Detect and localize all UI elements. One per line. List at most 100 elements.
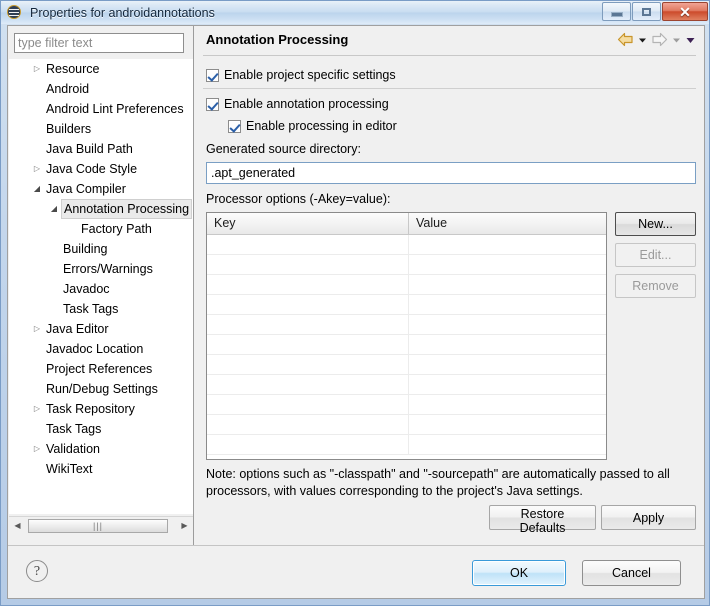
restore-defaults-button[interactable]: Restore Defaults: [489, 505, 596, 530]
scrollbar-track[interactable]: |||: [26, 518, 176, 534]
tree-item-label: Project References: [44, 359, 154, 379]
table-cell-key: [207, 335, 409, 354]
tree-item-errors-warnings[interactable]: Errors/Warnings: [9, 259, 193, 279]
table-header-row: Key Value: [207, 213, 606, 235]
tree-item-label: Builders: [44, 119, 93, 139]
tree-item-task-tags[interactable]: Task Tags: [9, 419, 193, 439]
chevron-right-icon[interactable]: ▷: [31, 59, 43, 79]
table-row[interactable]: [207, 355, 606, 375]
chevron-right-icon[interactable]: ▷: [31, 159, 43, 179]
properties-dialog-window: Properties for androidannotations ✕ ▷Res…: [0, 0, 710, 606]
scrollbar-thumb[interactable]: |||: [28, 519, 168, 533]
tree-item-label: Task Tags: [44, 419, 103, 439]
tree-item-task-tags[interactable]: Task Tags: [9, 299, 193, 319]
checkbox-icon: [228, 120, 241, 133]
tree-item-java-editor[interactable]: ▷Java Editor: [9, 319, 193, 339]
tree-item-resource[interactable]: ▷Resource: [9, 59, 193, 79]
tree-item-label: Annotation Processing: [61, 199, 192, 219]
back-arrow-icon[interactable]: [617, 32, 634, 47]
table-body: [207, 235, 606, 455]
tree-item-java-compiler[interactable]: ◢Java Compiler: [9, 179, 193, 199]
chevron-right-icon[interactable]: ▷: [31, 319, 43, 339]
table-row[interactable]: [207, 315, 606, 335]
table-row[interactable]: [207, 275, 606, 295]
processor-options-table[interactable]: Key Value: [206, 212, 607, 460]
enable-annotation-processing-checkbox[interactable]: Enable annotation processing: [206, 97, 389, 111]
maximize-restore-button[interactable]: [632, 2, 661, 21]
checkbox-icon: [206, 98, 219, 111]
back-menu-chevron-down-icon[interactable]: [637, 33, 648, 47]
tree-item-project-references[interactable]: Project References: [9, 359, 193, 379]
table-row[interactable]: [207, 435, 606, 455]
scroll-right-icon[interactable]: ▶: [176, 518, 193, 534]
table-cell-key: [207, 355, 409, 374]
tree-item-factory-path[interactable]: Factory Path: [9, 219, 193, 239]
filter-input[interactable]: [14, 33, 184, 53]
tree-item-label: Javadoc: [61, 279, 112, 299]
tree-item-label: Building: [61, 239, 109, 259]
tree-item-label: Java Compiler: [44, 179, 128, 199]
page-navigation-toolbar: [617, 32, 696, 47]
remove-button: Remove: [615, 274, 696, 298]
tree-item-java-code-style[interactable]: ▷Java Code Style: [9, 159, 193, 179]
table-cell-key: [207, 415, 409, 434]
table-cell-key: [207, 435, 409, 454]
column-header-key[interactable]: Key: [207, 213, 409, 234]
minimize-button[interactable]: [602, 2, 631, 21]
tree-item-task-repository[interactable]: ▷Task Repository: [9, 399, 193, 419]
tree-item-label: Factory Path: [79, 219, 154, 239]
column-header-value[interactable]: Value: [409, 213, 606, 234]
tree-item-builders[interactable]: Builders: [9, 119, 193, 139]
tree-item-wikitext[interactable]: WikiText: [9, 459, 193, 479]
new-button[interactable]: New...: [615, 212, 696, 236]
tree-item-android-lint-preferences[interactable]: Android Lint Preferences: [9, 99, 193, 119]
tree-item-annotation-processing[interactable]: ◢Annotation Processing: [9, 199, 193, 219]
tree-item-label: Run/Debug Settings: [44, 379, 160, 399]
chevron-down-icon[interactable]: ◢: [31, 179, 43, 199]
chevron-down-icon[interactable]: ◢: [48, 199, 60, 219]
table-row[interactable]: [207, 375, 606, 395]
table-row[interactable]: [207, 295, 606, 315]
ok-button[interactable]: OK: [472, 560, 566, 586]
generated-source-directory-input[interactable]: [206, 162, 696, 184]
tree-horizontal-scrollbar[interactable]: ◀ ||| ▶: [9, 516, 193, 534]
annotation-processing-page: Annotation Processing: [195, 26, 704, 545]
page-header: Annotation Processing: [195, 26, 704, 55]
table-row[interactable]: [207, 395, 606, 415]
forward-arrow-icon: [651, 32, 668, 47]
tree-item-building[interactable]: Building: [9, 239, 193, 259]
help-icon[interactable]: ?: [26, 560, 48, 582]
tree-item-label: Android Lint Preferences: [44, 99, 186, 119]
tree-item-label: Task Tags: [61, 299, 120, 319]
close-button[interactable]: ✕: [662, 2, 708, 21]
dialog-client-area: ▷ResourceAndroidAndroid Lint Preferences…: [7, 25, 705, 599]
scroll-left-icon[interactable]: ◀: [9, 518, 26, 534]
enable-project-specific-settings-checkbox[interactable]: Enable project specific settings: [206, 68, 396, 82]
enable-processing-in-editor-checkbox[interactable]: Enable processing in editor: [228, 119, 397, 133]
cancel-button[interactable]: Cancel: [582, 560, 681, 586]
processor-options-label: Processor options (-Akey=value):: [206, 192, 390, 206]
table-row[interactable]: [207, 235, 606, 255]
tree-item-javadoc-location[interactable]: Javadoc Location: [9, 339, 193, 359]
tree-item-android[interactable]: Android: [9, 79, 193, 99]
tree-item-validation[interactable]: ▷Validation: [9, 439, 193, 459]
apply-button[interactable]: Apply: [601, 505, 696, 530]
table-cell-value: [409, 355, 606, 374]
forward-menu-chevron-down-icon: [671, 33, 682, 47]
table-cell-value: [409, 235, 606, 254]
table-row[interactable]: [207, 335, 606, 355]
view-menu-chevron-down-icon[interactable]: [685, 33, 696, 47]
tree-item-javadoc[interactable]: Javadoc: [9, 279, 193, 299]
checkbox-label: Enable processing in editor: [246, 119, 397, 133]
tree-item-run-debug-settings[interactable]: Run/Debug Settings: [9, 379, 193, 399]
table-row[interactable]: [207, 255, 606, 275]
chevron-right-icon[interactable]: ▷: [31, 439, 43, 459]
table-cell-key: [207, 295, 409, 314]
tree-item-java-build-path[interactable]: Java Build Path: [9, 139, 193, 159]
settings-tree[interactable]: ▷ResourceAndroidAndroid Lint Preferences…: [9, 59, 193, 514]
table-row[interactable]: [207, 415, 606, 435]
chevron-right-icon[interactable]: ▷: [31, 399, 43, 419]
generated-source-directory-label: Generated source directory:: [206, 142, 361, 156]
table-cell-value: [409, 255, 606, 274]
table-cell-key: [207, 275, 409, 294]
